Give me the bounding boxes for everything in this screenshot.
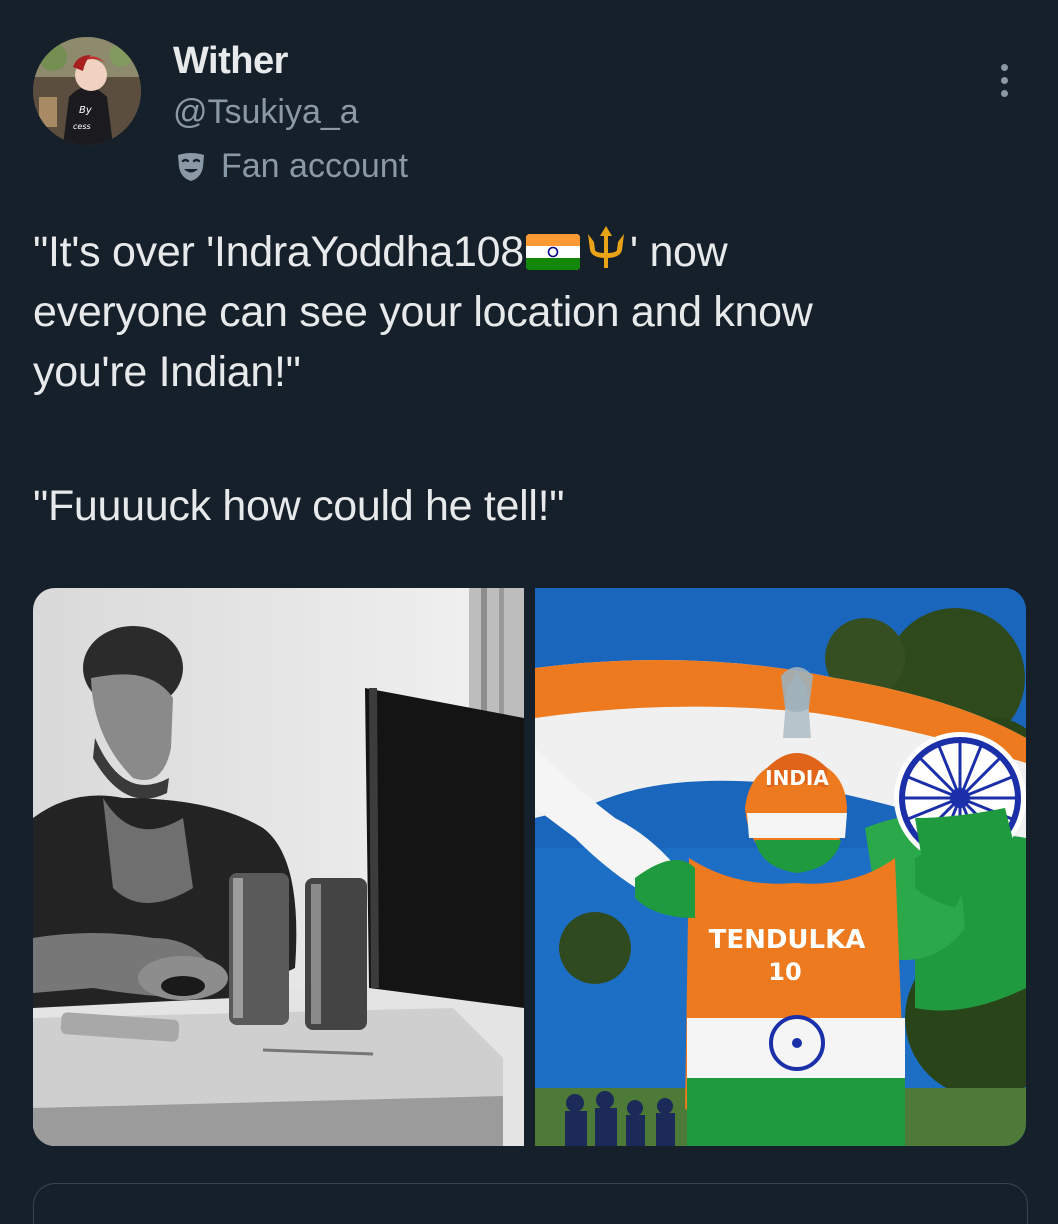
theater-mask-icon bbox=[178, 153, 204, 181]
more-options-button[interactable] bbox=[984, 58, 1024, 102]
tweet-line: "Fuuuuck how could he tell!" bbox=[33, 482, 565, 530]
fan-number-text: 10 bbox=[768, 958, 801, 986]
avatar[interactable]: By cess bbox=[33, 37, 141, 145]
author-display-name[interactable]: Wither bbox=[173, 40, 288, 83]
media-image-right[interactable]: INDIA TENDULKA 10 bbox=[535, 588, 1026, 1146]
cricket-fan-photo: INDIA TENDULKA 10 bbox=[535, 588, 1026, 1146]
tweet-line: you're Indian!" bbox=[33, 348, 301, 396]
more-dot-icon bbox=[1000, 63, 1008, 71]
tweet-line: everyone can see your location and know bbox=[33, 288, 813, 336]
svg-text:By: By bbox=[79, 105, 93, 116]
media-image-left[interactable] bbox=[33, 588, 524, 1146]
tweet-text: "It's over 'IndraYoddha108 ' now everyone… bbox=[33, 222, 1023, 536]
fan-chest-text: TENDULKA bbox=[709, 925, 866, 955]
tweet-line: "It's over 'IndraYoddha108 ' now bbox=[33, 222, 1023, 282]
trident-emoji bbox=[587, 226, 624, 268]
svg-text:cess: cess bbox=[73, 122, 91, 131]
more-dot-icon bbox=[1000, 76, 1008, 84]
india-flag-emoji bbox=[525, 234, 580, 270]
tweet-text-segment: "It's over 'IndraYoddha108 bbox=[33, 228, 524, 276]
avatar-image: By cess bbox=[33, 37, 141, 145]
account-label[interactable]: Fan account bbox=[173, 144, 408, 188]
author-handle[interactable]: @Tsukiya_a bbox=[173, 93, 359, 132]
more-dot-icon bbox=[1000, 89, 1008, 97]
account-label-text: Fan account bbox=[221, 146, 409, 185]
quoted-card-edge bbox=[33, 1183, 1028, 1224]
tweet-text-segment: ' now bbox=[629, 228, 728, 276]
man-at-computer-photo bbox=[33, 588, 524, 1146]
tweet-post: By cess Wither @Tsukiya_a Fan account "I… bbox=[0, 0, 1058, 1224]
tweet-media[interactable]: INDIA TENDULKA 10 bbox=[33, 588, 1026, 1146]
fan-cap-text: INDIA bbox=[765, 766, 829, 790]
